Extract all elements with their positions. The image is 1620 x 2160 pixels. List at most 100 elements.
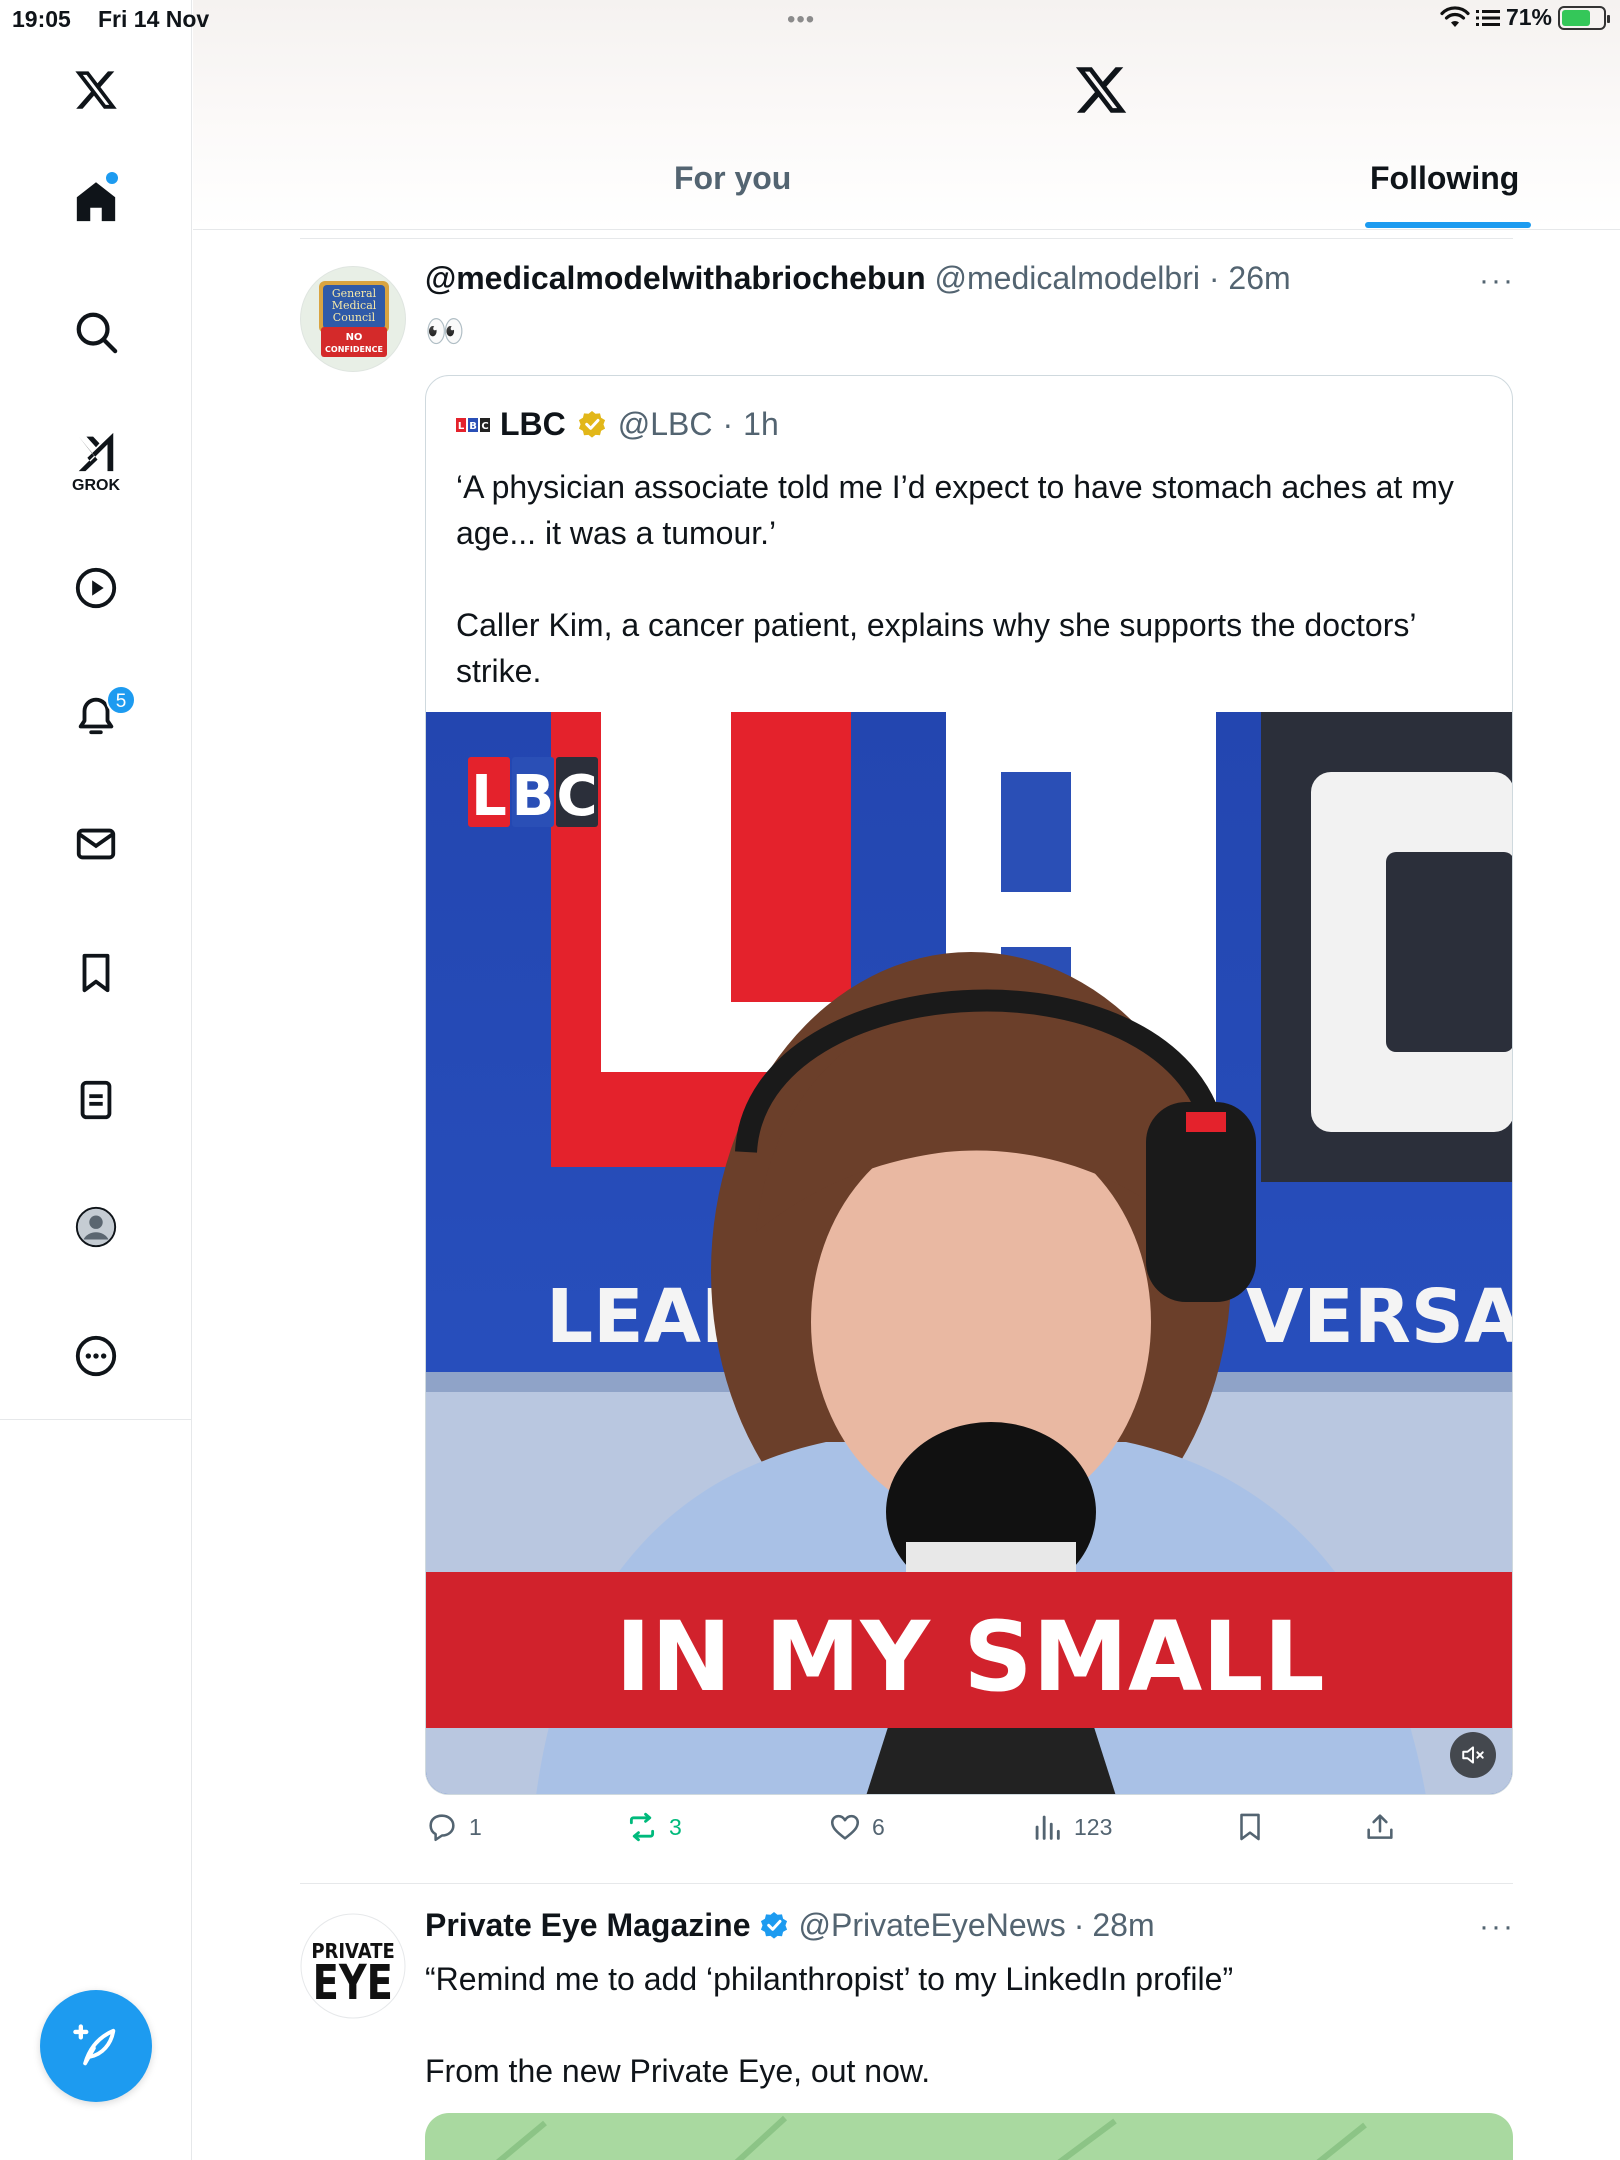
lbc-video-logo: L B C [468, 757, 598, 829]
tweet-more-icon[interactable]: ··· [1479, 264, 1515, 298]
share-icon [1367, 1814, 1393, 1839]
bookmark-button[interactable] [1233, 1810, 1267, 1844]
avatar[interactable]: PRIVATE EYE [300, 1913, 406, 2019]
svg-text:C: C [556, 764, 597, 829]
share-button[interactable] [1363, 1810, 1397, 1844]
svg-text:C: C [481, 421, 488, 432]
svg-text:Council: Council [333, 311, 376, 324]
svg-text:EYE: EYE [313, 1956, 393, 2011]
home-unread-dot [106, 172, 118, 184]
like-count: 6 [872, 1813, 885, 1840]
tweet-text: 👀 [425, 313, 465, 349]
tab-for-you[interactable]: For you [674, 160, 791, 197]
muted-speaker-icon [1462, 1746, 1484, 1764]
active-tab-indicator [1365, 222, 1531, 228]
quote-author-name[interactable]: LBC [500, 406, 566, 443]
quote-tweet-card[interactable]: LBC LBC @LBC · 1h ‘A physician associate t… [425, 375, 1513, 1795]
repost-button[interactable]: 3 [625, 1810, 682, 1844]
author-name[interactable]: @medicalmodelwithabriochebun [425, 260, 926, 296]
video-caption: IN MY SMALL [615, 1601, 1324, 1713]
battery-percent: 71% [1505, 4, 1552, 30]
quote-text-line2: Caller Kim, a cancer patient, explains w… [456, 607, 1416, 689]
tweet-text-line2: From the new Private Eye, out now. [425, 2053, 931, 2089]
bookmark-icon [1240, 1813, 1260, 1841]
messages-envelope-icon[interactable] [66, 814, 126, 874]
x-logo-header-icon[interactable] [1073, 62, 1129, 118]
banner-right-text: VERSATI [1246, 1274, 1513, 1360]
tweet-more-icon[interactable]: ··· [1479, 1910, 1515, 1944]
tab-following[interactable]: Following [1370, 160, 1519, 197]
lbc-avatar[interactable]: LBC [456, 415, 490, 435]
quote-text-line1: ‘A physician associate told me I’d expec… [456, 469, 1454, 551]
svg-text:L: L [458, 421, 465, 432]
quote-tweet-time[interactable]: 1h [743, 406, 779, 443]
multitasking-dots-icon[interactable]: ••• [787, 6, 815, 34]
views-chart-icon [1035, 1815, 1060, 1840]
mute-button[interactable] [1450, 1732, 1496, 1778]
more-options-icon[interactable] [66, 1326, 126, 1386]
lists-icon[interactable] [66, 1070, 126, 1130]
grok-label: GROK [72, 477, 120, 494]
avatar[interactable]: General Medical Council NO CONFIDENCE [300, 266, 406, 372]
views-button[interactable]: 123 [1030, 1810, 1112, 1844]
tweet-text: “Remind me to add ‘philanthropist’ to my… [425, 1956, 1525, 2094]
tweet-time[interactable]: 26m [1228, 260, 1290, 296]
like-button[interactable]: 6 [828, 1810, 885, 1844]
x-logo-icon[interactable] [66, 60, 126, 120]
quote-header: LBC LBC @LBC · 1h [456, 406, 779, 443]
svg-text:B: B [469, 421, 477, 432]
tweet-text-line1: “Remind me to add ‘philanthropist’ to my… [425, 1961, 1234, 1997]
dot-separator: · [1073, 1907, 1085, 1943]
tweet-actions: 1 3 6 123 [425, 1810, 1425, 1860]
status-time: 19:05 [12, 6, 71, 32]
sidebar: GROK 5 [0, 0, 192, 2160]
video-frame: LEADI VERSATI [426, 712, 1513, 1794]
grok-icon[interactable] [66, 422, 126, 482]
notifications-badge: 5 [106, 685, 136, 715]
svg-text:L: L [471, 764, 507, 829]
battery-icon [1558, 5, 1610, 30]
lbc-logo-icon: LBC [456, 417, 490, 432]
tweet-time[interactable]: 28m [1092, 1907, 1154, 1944]
reply-icon [429, 1814, 455, 1842]
reply-count: 1 [469, 1813, 482, 1840]
svg-text:NO: NO [346, 332, 363, 343]
list-status-icon [1475, 9, 1500, 26]
blue-verified-badge-icon [761, 1911, 788, 1939]
bookmarks-icon[interactable] [66, 943, 126, 1003]
author-handle[interactable]: @medicalmodelbri [935, 260, 1200, 296]
video-play-icon[interactable] [66, 558, 126, 618]
dot-separator: · [1199, 260, 1229, 296]
feed-top-divider [300, 238, 1513, 239]
profile-avatar-icon[interactable] [66, 1197, 126, 1257]
quote-author-handle[interactable]: @LBC [618, 406, 713, 443]
author-name[interactable]: Private Eye Magazine [425, 1907, 750, 1944]
video-player[interactable]: LEADI VERSATI [426, 712, 1513, 1794]
compose-feather-icon [73, 2024, 116, 2066]
svg-text:CONFIDENCE: CONFIDENCE [325, 345, 383, 354]
tweet-header: Private Eye Magazine @PrivateEyeNews · 28m [425, 1907, 1155, 1944]
search-icon[interactable] [66, 302, 126, 362]
tweet-divider [300, 1883, 1513, 1884]
views-count: 123 [1074, 1813, 1113, 1840]
status-bar: 19:05 Fri 14 Nov ••• 71% [0, 0, 1620, 40]
gmc-no-confidence-avatar: General Medical Council NO CONFIDENCE [319, 281, 389, 357]
status-date: Fri 14 Nov [98, 6, 210, 32]
gold-verified-badge-icon [578, 410, 605, 438]
tweet-header: @medicalmodelwithabriochebun @medicalmod… [425, 260, 1291, 297]
status-right: 71% [1440, 4, 1610, 31]
author-handle[interactable]: @PrivateEyeNews [798, 1907, 1065, 1944]
media-pattern [495, 2115, 1367, 2160]
compose-post-button[interactable] [40, 1990, 152, 2102]
repost-count: 3 [669, 1813, 682, 1840]
heart-icon [830, 1814, 860, 1840]
svg-text:B: B [512, 764, 555, 829]
repost-icon [629, 1812, 655, 1842]
wifi-icon [1440, 5, 1470, 27]
quote-dot-separator: · [722, 406, 734, 442]
reply-button[interactable]: 1 [425, 1810, 482, 1844]
tweet-media-preview[interactable] [425, 2113, 1513, 2160]
private-eye-avatar: PRIVATE EYE [300, 1913, 406, 2019]
sidebar-divider [0, 1419, 192, 1420]
quote-text: ‘A physician associate told me I’d expec… [456, 464, 1486, 694]
